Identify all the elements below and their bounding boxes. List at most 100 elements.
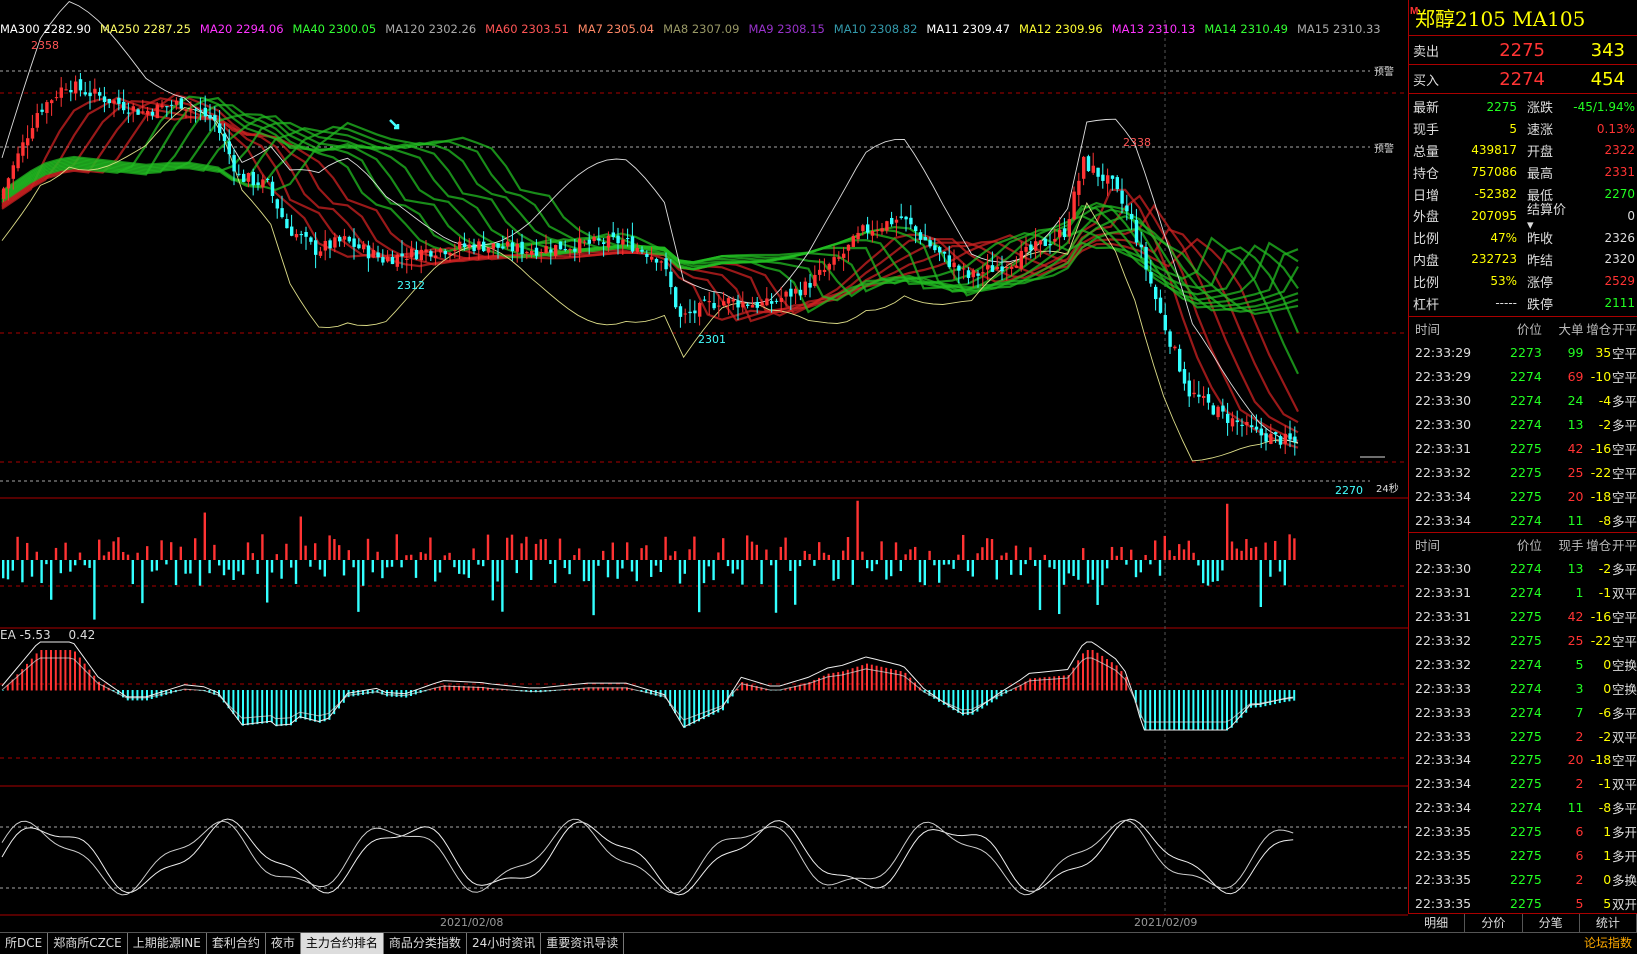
table-row[interactable]: 22:33:34 2274 11 -8 多平: [1409, 796, 1637, 820]
kline-chart[interactable]: 2358 2338 2312 2301 2270 预警 预警 24秒 2021/…: [0, 0, 1408, 932]
quote-stats: 最新 2275 涨跌 -45/1.94% 现手 5 速涨 0.13% 总量 439817 开盘 232…: [1409, 94, 1637, 317]
candle-body: [1178, 348, 1182, 372]
volume-bar: [1000, 555, 1003, 560]
candle-body: [414, 249, 419, 260]
table-row[interactable]: 22:33:30 2274 13 -2 多平: [1409, 413, 1637, 437]
volume-bar: [357, 560, 360, 612]
macd-bar: [323, 690, 326, 722]
table-row[interactable]: 22:33:29 2274 69 -10 空平: [1409, 365, 1637, 389]
candle-body: [189, 108, 193, 111]
table-row[interactable]: 22:33:34 2274 11 -8 多平: [1409, 508, 1637, 532]
volume-bar: [1053, 560, 1056, 569]
candle-body: [477, 241, 481, 250]
volume-bar: [1269, 560, 1272, 577]
volume-bar: [995, 560, 998, 580]
table-row[interactable]: 22:33:34 2275 20 -18 空平: [1409, 484, 1637, 508]
volume-bar: [54, 547, 58, 560]
volume-bar: [1288, 534, 1291, 560]
table-row[interactable]: 22:33:30 2274 24 -4 多平: [1409, 389, 1637, 413]
table-row[interactable]: 22:33:33 2275 2 -2 双平: [1409, 724, 1637, 748]
forum-link[interactable]: 论坛指数: [1579, 933, 1637, 954]
bottom-tab[interactable]: 主力合约排名: [300, 932, 384, 954]
table-row[interactable]: 22:33:34 2275 2 -1 双平: [1409, 772, 1637, 796]
table-row[interactable]: 22:33:32 2275 25 -22 空平: [1409, 629, 1637, 653]
candle-body: [1254, 426, 1259, 430]
table-row[interactable]: 22:33:32 2275 25 -22 空平: [1409, 460, 1637, 484]
candle-body: [1293, 436, 1297, 443]
candle-body: [995, 266, 999, 269]
stat-key: 持仓: [1413, 166, 1440, 182]
ma-legend-item: MA14 2310.49: [1204, 22, 1288, 36]
table-row[interactable]: 22:33:32 2274 5 0 空换: [1409, 652, 1637, 676]
column-header: 现手: [1558, 538, 1584, 554]
panel-tab[interactable]: 分笔: [1523, 914, 1580, 932]
bottom-tab[interactable]: 重要资讯导读: [541, 932, 625, 954]
bottom-tab[interactable]: 24小时资讯: [467, 932, 542, 954]
table-row[interactable]: 22:33:33 2274 7 -6 多平: [1409, 700, 1637, 724]
stat-key: 最新: [1413, 101, 1440, 117]
candle-body: [1154, 286, 1158, 300]
table-row[interactable]: 22:33:29 2273 99 35 空平: [1409, 341, 1637, 365]
table-row[interactable]: 22:33:35 2275 6 1 多开: [1409, 844, 1637, 868]
row-change: 35: [1595, 345, 1612, 361]
volume-bar: [539, 539, 542, 560]
tick-table[interactable]: 时间 价位 现手 增仓 开平 22:33:30 2274 13 -2 多平 22:33:31 2274…: [1409, 533, 1637, 915]
bottom-tab[interactable]: 商品分类指数: [384, 932, 467, 954]
volume-bar: [261, 534, 264, 560]
candle-body: [381, 257, 385, 263]
ask-row[interactable]: 卖出 2275 343: [1409, 36, 1637, 65]
table-row[interactable]: 22:33:34 2275 20 -18 空平: [1409, 748, 1637, 772]
bottom-tab[interactable]: 夜市: [266, 932, 301, 954]
panel-tab[interactable]: 明细: [1408, 914, 1466, 932]
macd-bar: [318, 690, 321, 723]
candle-body: [818, 269, 822, 275]
big-order-table[interactable]: 时间 价位 大单 增仓 开平 22:33:29 2273 99 35 空平 22:33:29 2274…: [1409, 317, 1637, 533]
candle-body: [971, 270, 975, 278]
bid-row[interactable]: 买入 2274 454: [1409, 65, 1637, 94]
bottom-tab[interactable]: 套利合约: [207, 932, 266, 954]
volume-bar: [1125, 560, 1128, 565]
table-row[interactable]: 22:33:31 2274 1 -1 双平: [1409, 581, 1637, 605]
volume-bar: [1072, 560, 1075, 577]
candle-body: [861, 225, 865, 232]
panel-tab[interactable]: 分价: [1465, 914, 1523, 932]
macd-bar: [1274, 690, 1276, 705]
table-row[interactable]: 22:33:35 2275 6 1 多开: [1409, 820, 1637, 844]
table-row[interactable]: 22:33:31 2275 42 -16 空平: [1409, 605, 1637, 629]
row-volume: 2: [1575, 728, 1584, 744]
volume-bar: [803, 550, 806, 560]
volume-bar: [1211, 560, 1214, 582]
volume-bar: [616, 560, 619, 579]
volume-bar: [875, 560, 878, 565]
kdj-panel: [1, 818, 1294, 896]
row-change: -16: [1590, 440, 1612, 456]
row-type: 多平: [1611, 417, 1637, 433]
bottom-tab[interactable]: 所DCE: [0, 932, 49, 954]
table-row[interactable]: 22:33:30 2274 13 -2 多平: [1409, 557, 1637, 581]
bottom-tab[interactable]: 上期能源INE: [128, 932, 207, 954]
candle-body: [1010, 266, 1014, 269]
macd-bar: [261, 690, 264, 724]
table-row[interactable]: 22:33:33 2274 3 0 空换: [1409, 676, 1637, 700]
candle-body: [880, 228, 884, 232]
volume-bar: [712, 560, 715, 581]
volume-bar: [880, 541, 883, 560]
panel-tab[interactable]: 统计: [1580, 914, 1637, 932]
macd-bar: [1216, 690, 1219, 731]
volume-bar: [1101, 560, 1104, 586]
candle-body: [822, 269, 827, 273]
row-time: 22:33:31: [1415, 585, 1472, 601]
candle-body: [1245, 421, 1249, 426]
volume-bar: [621, 560, 624, 569]
candle-body: [1106, 175, 1110, 184]
table-row[interactable]: 22:33:35 2275 5 5 双开: [1409, 891, 1637, 915]
volume-bar: [856, 500, 859, 560]
macd-bar: [69, 650, 72, 691]
table-row[interactable]: 22:33:35 2275 2 0 多换: [1409, 867, 1637, 891]
volume-bars: [2, 500, 1296, 620]
contract-title[interactable]: M 郑醇2105 MA105: [1409, 0, 1637, 36]
volume-bar: [352, 560, 355, 568]
bottom-tab[interactable]: 郑商所CZCE: [48, 932, 128, 954]
table-row[interactable]: 22:33:31 2275 42 -16 空平: [1409, 436, 1637, 460]
macd-bar: [1264, 690, 1267, 707]
